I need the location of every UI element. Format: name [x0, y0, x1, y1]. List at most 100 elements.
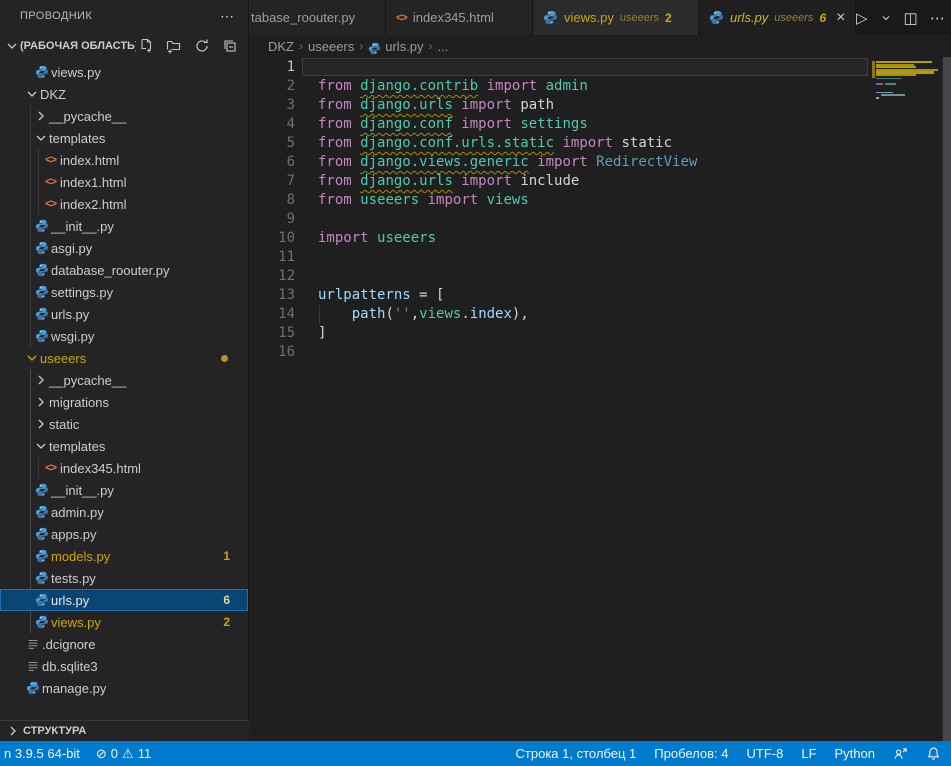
tree-item-apps-py[interactable]: apps.py	[0, 523, 248, 545]
tree-item-label: database_roouter.py	[51, 263, 170, 278]
tree-item-index2-html[interactable]: <>index2.html	[0, 193, 248, 215]
tree-item-views-py[interactable]: views.py2	[0, 611, 248, 633]
tree-item--init-py[interactable]: __init__.py	[0, 479, 248, 501]
workspace-section-header[interactable]: (РАБОЧАЯ ОБЛАСТЬ) ...	[0, 33, 248, 58]
feedback-icon[interactable]	[893, 746, 908, 761]
code-text: from django.views.generic import Redirec…	[318, 153, 697, 172]
tree-item-migrations[interactable]: migrations	[0, 391, 248, 413]
tree-item-wsgi-py[interactable]: wsgi.py	[0, 325, 248, 347]
python-file-icon	[368, 42, 381, 55]
tree-item-manage-py[interactable]: manage.py	[0, 677, 248, 699]
collapse-all-icon[interactable]	[220, 36, 240, 56]
minimap[interactable]	[872, 57, 942, 187]
tree-item-database-roouter-py[interactable]: database_roouter.py	[0, 259, 248, 281]
code-line-15[interactable]: 15]	[249, 324, 951, 343]
new-folder-icon[interactable]	[164, 36, 184, 56]
code-line-1[interactable]: 1	[249, 58, 951, 77]
tab-index345-html[interactable]: <>index345.html	[386, 0, 533, 35]
tree-item-admin-py[interactable]: admin.py	[0, 501, 248, 523]
code-line-9[interactable]: 9	[249, 210, 951, 229]
breadcrumb-item-symbol[interactable]: ...	[438, 39, 449, 54]
code-line-11[interactable]: 11	[249, 248, 951, 267]
code-line-4[interactable]: 4from django.conf import settings	[249, 115, 951, 134]
tab-bar: tabase_roouter.py<>index345.html views.p…	[249, 0, 951, 35]
code-text: import useeers	[318, 229, 436, 248]
chevron-right-icon	[32, 108, 49, 124]
scrollbar[interactable]	[942, 57, 951, 741]
editor-actions: ▷ ◫ ⋯	[856, 0, 951, 35]
python-interpreter-item[interactable]: n 3.9.5 64-bit	[4, 746, 80, 761]
tree-item-settings-py[interactable]: settings.py	[0, 281, 248, 303]
tree-item-useeers[interactable]: useeers	[0, 347, 248, 369]
run-python-file-icon[interactable]: ▷	[856, 9, 868, 27]
tree-item--pycache-[interactable]: __pycache__	[0, 105, 248, 127]
line-number: 12	[249, 267, 295, 286]
tab-problems-badge: 6	[819, 11, 826, 25]
python-file-icon	[32, 262, 51, 278]
eol-item[interactable]: LF	[801, 746, 816, 761]
breadcrumb-item-useeers[interactable]: useeers	[308, 39, 354, 54]
explorer-more-icon[interactable]: ⋯	[220, 8, 234, 25]
tab-tabase-roouter-py[interactable]: tabase_roouter.py	[249, 0, 386, 35]
tree-item--init-py[interactable]: __init__.py	[0, 215, 248, 237]
notifications-bell-icon[interactable]	[926, 746, 941, 761]
code-text: from django.contrib import admin	[318, 77, 588, 96]
code-line-12[interactable]: 12	[249, 267, 951, 286]
tree-item-static[interactable]: static	[0, 413, 248, 435]
tree-item-views-py[interactable]: views.py	[0, 61, 248, 83]
tree-item-index-html[interactable]: <>index.html	[0, 149, 248, 171]
line-number: 13	[249, 286, 295, 305]
code-text: path('',views.index),	[318, 305, 529, 324]
editor-group: tabase_roouter.py<>index345.html views.p…	[249, 0, 951, 741]
language-mode-item[interactable]: Python	[835, 746, 875, 761]
breadcrumb-item-urls-py[interactable]: urls.py	[385, 39, 423, 54]
tree-item-index345-html[interactable]: <>index345.html	[0, 457, 248, 479]
code-line-8[interactable]: 8from useeers import views	[249, 191, 951, 210]
tree-item-urls-py[interactable]: urls.py6	[0, 589, 248, 611]
indentation-item[interactable]: Пробелов: 4	[654, 746, 728, 761]
more-actions-icon[interactable]: ⋯	[930, 9, 946, 27]
outline-section-header[interactable]: СТРУКТУРА	[0, 720, 249, 741]
tree-item-tests-py[interactable]: tests.py	[0, 567, 248, 589]
code-line-14[interactable]: 14 path('',views.index),	[249, 305, 951, 324]
tab-urls-py[interactable]: urls.pyuseeers6×	[699, 0, 856, 35]
line-number: 11	[249, 248, 295, 267]
tree-item-label: asgi.py	[51, 241, 92, 256]
tree-item-index1-html[interactable]: <>index1.html	[0, 171, 248, 193]
code-line-3[interactable]: 3from django.urls import path	[249, 96, 951, 115]
tree-item-db-sqlite3[interactable]: db.sqlite3	[0, 655, 248, 677]
close-tab-icon[interactable]: ×	[836, 9, 845, 27]
run-dropdown-icon[interactable]	[880, 12, 892, 24]
tree-item-asgi-py[interactable]: asgi.py	[0, 237, 248, 259]
encoding-item[interactable]: UTF-8	[747, 746, 784, 761]
html-file-icon: <>	[41, 152, 60, 168]
tree-item-templates[interactable]: templates	[0, 435, 248, 457]
code-line-16[interactable]: 16	[249, 343, 951, 362]
code-editor[interactable]: 12from django.contrib import admin3from …	[249, 57, 951, 741]
tree-item--dcignore[interactable]: .dcignore	[0, 633, 248, 655]
tree-item-label: templates	[49, 439, 105, 454]
code-line-2[interactable]: 2from django.contrib import admin	[249, 77, 951, 96]
scrollbar-slider[interactable]	[943, 57, 951, 741]
code-line-6[interactable]: 6from django.views.generic import Redire…	[249, 153, 951, 172]
breadcrumb-separator: ›	[299, 39, 303, 53]
cursor-position-item[interactable]: Строка 1, столбец 1	[516, 746, 637, 761]
code-line-7[interactable]: 7from django.urls import include	[249, 172, 951, 191]
code-line-5[interactable]: 5from django.conf.urls.static import sta…	[249, 134, 951, 153]
code-line-10[interactable]: 10import useeers	[249, 229, 951, 248]
problems-item[interactable]: ⊘ 0 ⚠ 11	[96, 746, 151, 762]
split-editor-icon[interactable]: ◫	[904, 9, 918, 27]
new-file-icon[interactable]	[136, 36, 156, 56]
file-tree: views.pyDKZ__pycache__templates<>index.h…	[0, 61, 248, 701]
breadcrumb-item-dkz[interactable]: DKZ	[268, 39, 294, 54]
tree-item-models-py[interactable]: models.py1	[0, 545, 248, 567]
tree-item-dkz[interactable]: DKZ	[0, 83, 248, 105]
code-line-13[interactable]: 13urlpatterns = [	[249, 286, 951, 305]
chevron-down-icon	[23, 86, 40, 102]
tree-item-urls-py[interactable]: urls.py	[0, 303, 248, 325]
outline-section-label: СТРУКТУРА	[23, 725, 86, 737]
refresh-icon[interactable]	[192, 36, 212, 56]
tab-views-py[interactable]: views.pyuseeers2	[533, 0, 699, 35]
tree-item--pycache-[interactable]: __pycache__	[0, 369, 248, 391]
tree-item-templates[interactable]: templates	[0, 127, 248, 149]
